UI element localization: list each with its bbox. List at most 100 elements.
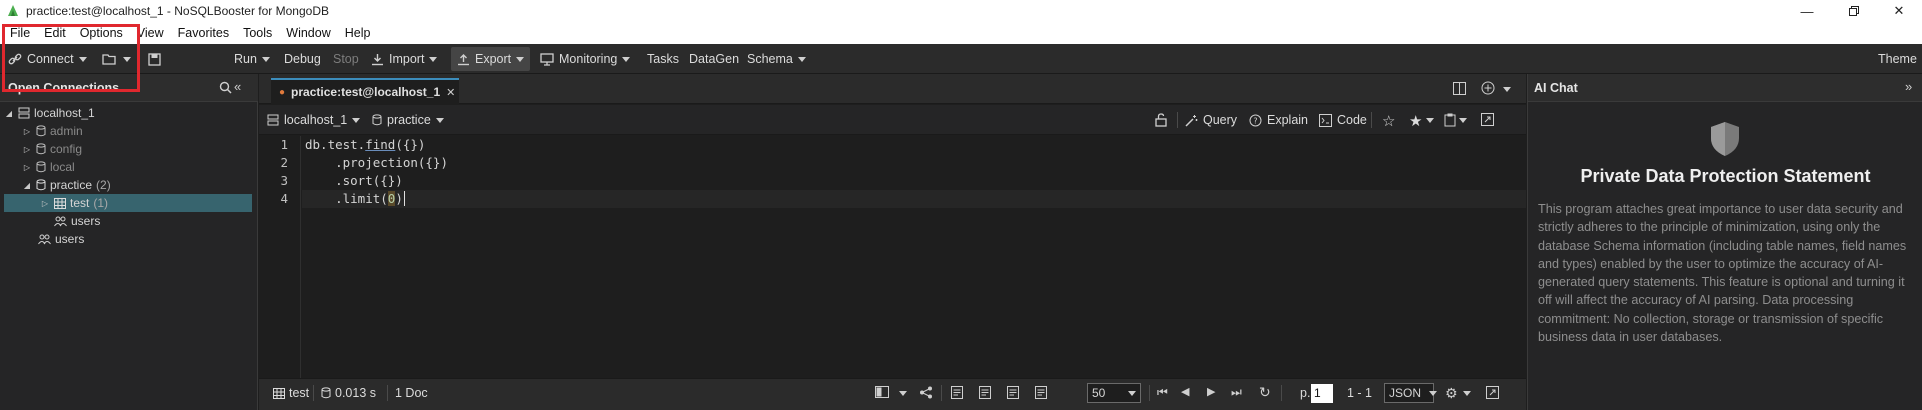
document-edit-icon[interactable]	[979, 386, 991, 399]
close-tab-icon[interactable]: ✕	[446, 86, 455, 99]
share-icon[interactable]	[919, 386, 933, 399]
tree-label-local: local	[50, 160, 75, 174]
export-icon	[457, 53, 470, 66]
tree-item-server[interactable]: ◢ localhost_1	[4, 104, 252, 122]
tree-item-practice[interactable]: ◢ practice (2)	[4, 176, 252, 194]
chevron-down-icon[interactable]	[1426, 118, 1434, 123]
stop-button[interactable]: Stop	[333, 44, 359, 74]
svg-text:?: ?	[1253, 116, 1257, 125]
document-add-icon[interactable]	[1007, 386, 1019, 399]
menu-window[interactable]: Window	[286, 26, 330, 40]
collapse-panel-icon[interactable]: «	[234, 79, 241, 94]
menu-edit[interactable]: Edit	[44, 26, 66, 40]
monitoring-button[interactable]: Monitoring	[540, 44, 631, 74]
menu-help[interactable]: Help	[345, 26, 371, 40]
result-doc-count-label: 1 Doc	[395, 386, 428, 400]
tree-item-admin[interactable]: ▷ admin	[4, 122, 252, 140]
query-button[interactable]: Query	[1185, 105, 1237, 135]
tree-item-users-server[interactable]: users	[4, 230, 252, 248]
tree-label-users: users	[71, 214, 101, 228]
import-label: Import	[389, 52, 425, 66]
monitor-icon	[540, 52, 554, 66]
tab-practice-test[interactable]: ● practice:test@localhost_1 ✕	[271, 78, 459, 104]
split-view-icon[interactable]	[1453, 82, 1466, 95]
import-icon	[371, 53, 384, 66]
collapsed-triangle-icon: ▷	[41, 198, 49, 208]
maximize-button[interactable]	[1830, 0, 1876, 22]
favorites-star-icon[interactable]: ★	[1409, 112, 1422, 130]
menu-view[interactable]: View	[137, 26, 164, 40]
refresh-icon[interactable]: ↻	[1259, 384, 1271, 401]
schema-button[interactable]: Schema	[747, 44, 806, 74]
chevron-down-icon	[622, 56, 631, 62]
document-delete-icon[interactable]	[1035, 386, 1047, 399]
explain-button[interactable]: ? Explain	[1249, 105, 1308, 135]
page-number-input[interactable]: 1	[1311, 384, 1333, 403]
expand-panel-icon[interactable]: »	[1905, 79, 1912, 94]
maximize-results-icon[interactable]	[1486, 386, 1499, 399]
chevron-down-icon[interactable]	[1463, 391, 1471, 396]
clock-db-icon	[321, 387, 331, 399]
minimize-button[interactable]: —	[1784, 0, 1830, 22]
run-button[interactable]: Run	[234, 44, 270, 74]
line-number: 1	[280, 137, 288, 152]
connection-select[interactable]: localhost_1	[267, 105, 361, 135]
code-editor[interactable]: 1 2 3 4 db.test.find({}) .projection({})…	[259, 136, 1526, 378]
search-icon[interactable]	[219, 81, 232, 94]
datagen-button[interactable]: DataGen	[689, 44, 739, 74]
settings-gear-icon[interactable]: ⚙	[1445, 385, 1458, 402]
result-doc-count: 1 Doc	[395, 379, 428, 407]
open-file-button[interactable]	[102, 44, 131, 74]
tree-item-test[interactable]: ▷ test (1)	[4, 194, 252, 212]
code-token: ({})	[395, 137, 426, 152]
tree-item-local[interactable]: ▷ local	[4, 158, 252, 176]
clipboard-icon[interactable]	[1444, 113, 1456, 127]
menu-file[interactable]: File	[10, 26, 30, 40]
app-logo-icon	[5, 3, 21, 19]
import-button[interactable]: Import	[371, 44, 438, 74]
page-size-select[interactable]: 50	[1087, 383, 1141, 403]
privacy-statement-heading: Private Data Protection Statement	[1580, 166, 1871, 186]
code-token: .limit(	[305, 191, 388, 206]
format-select[interactable]: JSON	[1384, 383, 1438, 403]
tree-item-users-role[interactable]: users	[4, 212, 252, 230]
first-page-icon[interactable]: ⏮	[1157, 385, 1168, 400]
code-button[interactable]: Code	[1319, 105, 1367, 135]
debug-button[interactable]: Debug	[284, 44, 321, 74]
chevron-down-icon[interactable]	[1503, 87, 1511, 92]
view-mode-icon[interactable]	[875, 386, 889, 398]
connection-select-value: localhost_1	[284, 113, 348, 127]
line-number: 2	[280, 155, 288, 170]
add-tab-icon[interactable]	[1481, 81, 1495, 95]
maximize-editor-icon[interactable]	[1481, 113, 1494, 126]
star-outline-icon[interactable]: ☆	[1382, 112, 1395, 130]
menu-tools[interactable]: Tools	[243, 26, 272, 40]
last-page-icon[interactable]: ⏭	[1231, 385, 1242, 400]
tree-item-config[interactable]: ▷ config	[4, 140, 252, 158]
editor-area: ● practice:test@localhost_1 ✕ localhost_…	[259, 74, 1526, 410]
chevron-down-icon	[261, 56, 270, 62]
database-select[interactable]: practice	[372, 105, 444, 135]
chevron-down-icon[interactable]	[899, 391, 907, 396]
prev-page-icon[interactable]: ◀	[1181, 385, 1189, 398]
menu-favorites[interactable]: Favorites	[178, 26, 229, 40]
next-page-icon[interactable]: ▶	[1207, 385, 1215, 398]
chevron-down-icon	[797, 56, 806, 62]
chevron-down-icon	[1128, 390, 1136, 396]
close-button[interactable]: ✕	[1876, 0, 1922, 22]
connect-button[interactable]: Connect	[8, 44, 87, 74]
stop-label: Stop	[333, 52, 359, 66]
theme-button[interactable]: Theme	[1878, 44, 1917, 74]
tree-count-test: (1)	[93, 196, 109, 210]
save-button[interactable]	[148, 44, 161, 74]
result-time-label: 0.013 s	[335, 386, 377, 400]
window-title: practice:test@localhost_1 - NoSQLBooster…	[26, 4, 329, 18]
menu-options[interactable]: Options	[80, 26, 123, 40]
page-size-value: 50	[1092, 386, 1106, 400]
tasks-button[interactable]: Tasks	[647, 44, 679, 74]
unlock-icon[interactable]	[1154, 113, 1168, 127]
chevron-down-icon[interactable]	[1459, 118, 1467, 123]
export-button[interactable]: Export	[451, 47, 531, 71]
document-icon[interactable]	[951, 386, 963, 399]
connect-label: Connect	[27, 52, 74, 66]
